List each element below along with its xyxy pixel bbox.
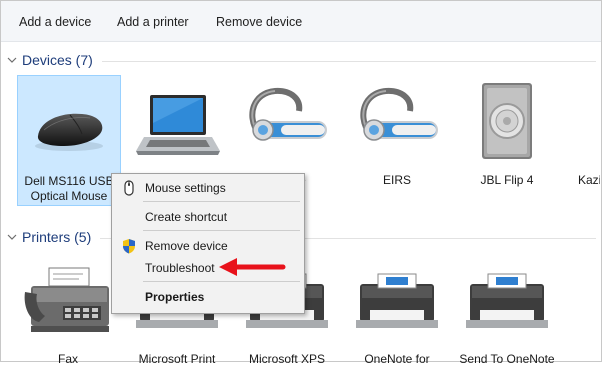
chevron-down-icon [7,57,17,63]
device-label: JBL Flip 4 [480,173,534,187]
device-tile-jbl-flip[interactable]: JBL Flip 4 [456,75,558,195]
command-bar: Add a device Add a printer Remove device [1,1,601,42]
add-device-button[interactable]: Add a device [19,15,91,29]
device-tile-laptop[interactable] [126,75,228,175]
menu-item-label: Troubleshoot [145,261,215,275]
printer-icon [356,273,438,328]
chevron-down-icon [7,234,17,240]
printer-tile-onenote-for[interactable]: OneNote for [346,258,448,366]
add-printer-button[interactable]: Add a printer [117,15,189,29]
menu-separator [143,201,300,202]
menu-item-label: Properties [145,290,205,304]
fax-icon [24,267,109,332]
menu-item-remove-device[interactable]: Remove device [112,235,304,257]
menu-item-label: Create shortcut [145,210,228,224]
menu-item-label: Mouse settings [145,181,226,195]
device-tile-partial[interactable]: Kazi [566,75,600,195]
laptop-icon [136,95,220,155]
headset-icon [360,87,438,141]
menu-item-mouse-settings[interactable]: Mouse settings [112,177,304,199]
menu-separator [143,230,300,231]
printer-tile-fax[interactable]: Fax [17,258,119,366]
printer-icon [466,273,548,328]
speaker-icon [482,83,532,159]
printer-label: OneNote for [364,352,430,366]
mouse-icon [124,180,134,196]
printer-label: Fax [57,352,78,366]
device-label: Kazi [578,173,600,187]
menu-item-properties[interactable]: Properties [112,286,304,308]
menu-item-label: Remove device [145,239,228,253]
device-label: Optical Mouse [30,189,108,203]
device-tile-dell-mouse[interactable]: Dell MS116 USB Optical Mouse [17,75,121,206]
printers-section-title: Printers (5) [22,229,92,245]
device-tile-eirs[interactable]: EIRS [346,75,448,195]
printers-section-header[interactable]: Printers (5) [6,228,91,246]
remove-device-button[interactable]: Remove device [216,15,302,29]
shield-icon [123,239,135,254]
context-menu: Mouse settings Create shortcut Remove de… [111,173,305,314]
device-label: EIRS [382,173,411,187]
menu-separator [143,281,300,282]
printer-tile-send-to-onenote[interactable]: Send To OneNote [456,258,558,366]
printer-label: Send To OneNote [459,352,555,366]
headset-icon [249,87,327,141]
devices-section-title: Devices (7) [22,52,93,68]
device-label: Dell MS116 USB [24,174,114,188]
section-divider [102,61,596,62]
printer-label: Microsoft XPS [248,352,326,366]
annotation-arrow-icon [219,258,286,276]
printer-label: Microsoft Print [138,352,216,366]
devices-section-header[interactable]: Devices (7) [6,51,93,69]
menu-item-create-shortcut[interactable]: Create shortcut [112,206,304,228]
mouse-icon [35,113,103,151]
